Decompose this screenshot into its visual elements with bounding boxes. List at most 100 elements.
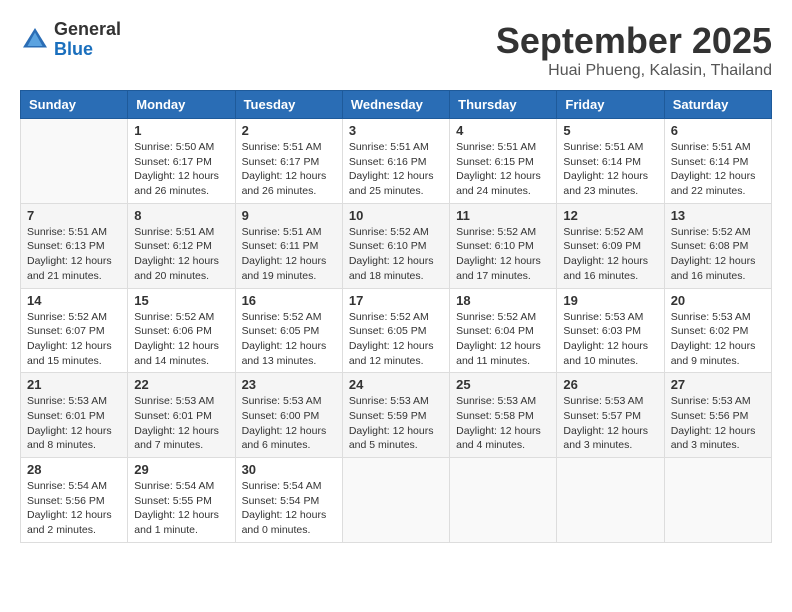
calendar-cell: 1 Sunrise: 5:50 AMSunset: 6:17 PMDaylight… bbox=[128, 119, 235, 204]
header-row: SundayMondayTuesdayWednesdayThursdayFrid… bbox=[21, 91, 772, 119]
calendar-cell: 6Sunrise: 5:51 AMSunset: 6:14 PMDaylight… bbox=[664, 119, 771, 204]
day-number: 22 bbox=[134, 377, 228, 392]
day-info: Sunrise: 5:51 AMSunset: 6:16 PMDaylight:… bbox=[349, 140, 443, 199]
calendar-cell: 20 Sunrise: 5:53 AMSunset: 6:02 PMDayligh… bbox=[664, 288, 771, 373]
page-header: General Blue September 2025 Huai Phueng,… bbox=[20, 20, 772, 80]
day-info: Sunrise: 5:54 AMSunset: 5:54 PMDaylight:… bbox=[242, 479, 336, 538]
day-info: Sunrise: 5:52 AMSunset: 6:08 PMDaylight:… bbox=[671, 225, 765, 284]
day-number: 13 bbox=[671, 208, 765, 223]
day-number: 1 bbox=[134, 123, 228, 138]
calendar-cell bbox=[664, 458, 771, 543]
header-day-sunday: Sunday bbox=[21, 91, 128, 119]
day-number: 7 bbox=[27, 208, 121, 223]
day-number: 29 bbox=[134, 462, 228, 477]
day-number: 24 bbox=[349, 377, 443, 392]
calendar-cell: 7Sunrise: 5:51 AMSunset: 6:13 PMDaylight… bbox=[21, 203, 128, 288]
calendar-cell: 11Sunrise: 5:52 AMSunset: 6:10 PMDayligh… bbox=[450, 203, 557, 288]
logo-general: General bbox=[54, 19, 121, 39]
calendar-cell: 14Sunrise: 5:52 AMSunset: 6:07 PMDayligh… bbox=[21, 288, 128, 373]
day-number: 15 bbox=[134, 293, 228, 308]
header-day-saturday: Saturday bbox=[664, 91, 771, 119]
day-info: Sunrise: 5:51 AMSunset: 6:12 PMDaylight:… bbox=[134, 225, 228, 284]
week-row-4: 21Sunrise: 5:53 AMSunset: 6:01 PMDayligh… bbox=[21, 373, 772, 458]
calendar-table: SundayMondayTuesdayWednesdayThursdayFrid… bbox=[20, 90, 772, 543]
location: Huai Phueng, Kalasin, Thailand bbox=[496, 62, 772, 80]
logo-icon bbox=[20, 25, 50, 55]
header-day-wednesday: Wednesday bbox=[342, 91, 449, 119]
day-number: 2 bbox=[242, 123, 336, 138]
day-info: Sunrise: 5:53 AMSunset: 6:01 PMDaylight:… bbox=[27, 394, 121, 453]
header-day-thursday: Thursday bbox=[450, 91, 557, 119]
day-info: Sunrise: 5:51 AMSunset: 6:17 PMDaylight:… bbox=[242, 140, 336, 199]
day-number: 9 bbox=[242, 208, 336, 223]
day-number: 18 bbox=[456, 293, 550, 308]
day-number: 27 bbox=[671, 377, 765, 392]
day-number: 12 bbox=[563, 208, 657, 223]
calendar-cell: 21Sunrise: 5:53 AMSunset: 6:01 PMDayligh… bbox=[21, 373, 128, 458]
day-info: Sunrise: 5:51 AMSunset: 6:14 PMDaylight:… bbox=[563, 140, 657, 199]
day-number: 30 bbox=[242, 462, 336, 477]
day-info: Sunrise: 5:52 AMSunset: 6:10 PMDaylight:… bbox=[349, 225, 443, 284]
day-info: Sunrise: 5:53 AMSunset: 6:00 PMDaylight:… bbox=[242, 394, 336, 453]
calendar-cell bbox=[342, 458, 449, 543]
day-info: Sunrise: 5:53 AMSunset: 6:01 PMDaylight:… bbox=[134, 394, 228, 453]
calendar-cell: 8 Sunrise: 5:51 AMSunset: 6:12 PMDaylight… bbox=[128, 203, 235, 288]
calendar-cell bbox=[557, 458, 664, 543]
day-number: 25 bbox=[456, 377, 550, 392]
calendar-cell: 17Sunrise: 5:52 AMSunset: 6:05 PMDayligh… bbox=[342, 288, 449, 373]
calendar-cell: 26 Sunrise: 5:53 AMSunset: 5:57 PMDayligh… bbox=[557, 373, 664, 458]
header-day-friday: Friday bbox=[557, 91, 664, 119]
day-info: Sunrise: 5:52 AMSunset: 6:10 PMDaylight:… bbox=[456, 225, 550, 284]
day-number: 28 bbox=[27, 462, 121, 477]
day-info: Sunrise: 5:52 AMSunset: 6:05 PMDaylight:… bbox=[242, 310, 336, 369]
day-number: 5 bbox=[563, 123, 657, 138]
calendar-cell: 16Sunrise: 5:52 AMSunset: 6:05 PMDayligh… bbox=[235, 288, 342, 373]
calendar-cell: 25Sunrise: 5:53 AMSunset: 5:58 PMDayligh… bbox=[450, 373, 557, 458]
calendar-cell: 23 Sunrise: 5:53 AMSunset: 6:00 PMDayligh… bbox=[235, 373, 342, 458]
week-row-3: 14Sunrise: 5:52 AMSunset: 6:07 PMDayligh… bbox=[21, 288, 772, 373]
day-info: Sunrise: 5:52 AMSunset: 6:09 PMDaylight:… bbox=[563, 225, 657, 284]
calendar-cell: 15Sunrise: 5:52 AMSunset: 6:06 PMDayligh… bbox=[128, 288, 235, 373]
day-number: 8 bbox=[134, 208, 228, 223]
logo-text: General Blue bbox=[54, 20, 121, 60]
calendar-cell: 30 Sunrise: 5:54 AMSunset: 5:54 PMDayligh… bbox=[235, 458, 342, 543]
day-info: Sunrise: 5:52 AMSunset: 6:07 PMDaylight:… bbox=[27, 310, 121, 369]
day-number: 20 bbox=[671, 293, 765, 308]
day-info: Sunrise: 5:54 AMSunset: 5:55 PMDaylight:… bbox=[134, 479, 228, 538]
day-info: Sunrise: 5:52 AMSunset: 6:05 PMDaylight:… bbox=[349, 310, 443, 369]
day-info: Sunrise: 5:52 AMSunset: 6:04 PMDaylight:… bbox=[456, 310, 550, 369]
calendar-cell: 22 Sunrise: 5:53 AMSunset: 6:01 PMDayligh… bbox=[128, 373, 235, 458]
day-info: Sunrise: 5:54 AMSunset: 5:56 PMDaylight:… bbox=[27, 479, 121, 538]
day-info: Sunrise: 5:53 AMSunset: 5:57 PMDaylight:… bbox=[563, 394, 657, 453]
calendar-cell: 5 Sunrise: 5:51 AMSunset: 6:14 PMDaylight… bbox=[557, 119, 664, 204]
day-info: Sunrise: 5:53 AMSunset: 5:56 PMDaylight:… bbox=[671, 394, 765, 453]
calendar-cell: 28 Sunrise: 5:54 AMSunset: 5:56 PMDayligh… bbox=[21, 458, 128, 543]
calendar-cell: 3 Sunrise: 5:51 AMSunset: 6:16 PMDaylight… bbox=[342, 119, 449, 204]
calendar-cell: 2 Sunrise: 5:51 AMSunset: 6:17 PMDaylight… bbox=[235, 119, 342, 204]
week-row-1: 1 Sunrise: 5:50 AMSunset: 6:17 PMDaylight… bbox=[21, 119, 772, 204]
day-number: 4 bbox=[456, 123, 550, 138]
calendar-cell: 9Sunrise: 5:51 AMSunset: 6:11 PMDaylight… bbox=[235, 203, 342, 288]
day-number: 6 bbox=[671, 123, 765, 138]
day-info: Sunrise: 5:53 AMSunset: 5:59 PMDaylight:… bbox=[349, 394, 443, 453]
day-info: Sunrise: 5:53 AMSunset: 6:03 PMDaylight:… bbox=[563, 310, 657, 369]
day-info: Sunrise: 5:53 AMSunset: 6:02 PMDaylight:… bbox=[671, 310, 765, 369]
calendar-cell: 18 Sunrise: 5:52 AMSunset: 6:04 PMDayligh… bbox=[450, 288, 557, 373]
day-info: Sunrise: 5:50 AMSunset: 6:17 PMDaylight:… bbox=[134, 140, 228, 199]
week-row-2: 7Sunrise: 5:51 AMSunset: 6:13 PMDaylight… bbox=[21, 203, 772, 288]
calendar-cell: 24 Sunrise: 5:53 AMSunset: 5:59 PMDayligh… bbox=[342, 373, 449, 458]
calendar-cell: 4Sunrise: 5:51 AMSunset: 6:15 PMDaylight… bbox=[450, 119, 557, 204]
calendar-cell: 13 Sunrise: 5:52 AMSunset: 6:08 PMDayligh… bbox=[664, 203, 771, 288]
calendar-cell bbox=[21, 119, 128, 204]
day-number: 3 bbox=[349, 123, 443, 138]
month-title: September 2025 bbox=[496, 20, 772, 62]
day-number: 23 bbox=[242, 377, 336, 392]
day-number: 10 bbox=[349, 208, 443, 223]
calendar-header: SundayMondayTuesdayWednesdayThursdayFrid… bbox=[21, 91, 772, 119]
calendar-cell: 27 Sunrise: 5:53 AMSunset: 5:56 PMDayligh… bbox=[664, 373, 771, 458]
day-number: 19 bbox=[563, 293, 657, 308]
title-section: September 2025 Huai Phueng, Kalasin, Tha… bbox=[496, 20, 772, 80]
day-number: 26 bbox=[563, 377, 657, 392]
calendar-cell: 29 Sunrise: 5:54 AMSunset: 5:55 PMDayligh… bbox=[128, 458, 235, 543]
calendar-cell bbox=[450, 458, 557, 543]
